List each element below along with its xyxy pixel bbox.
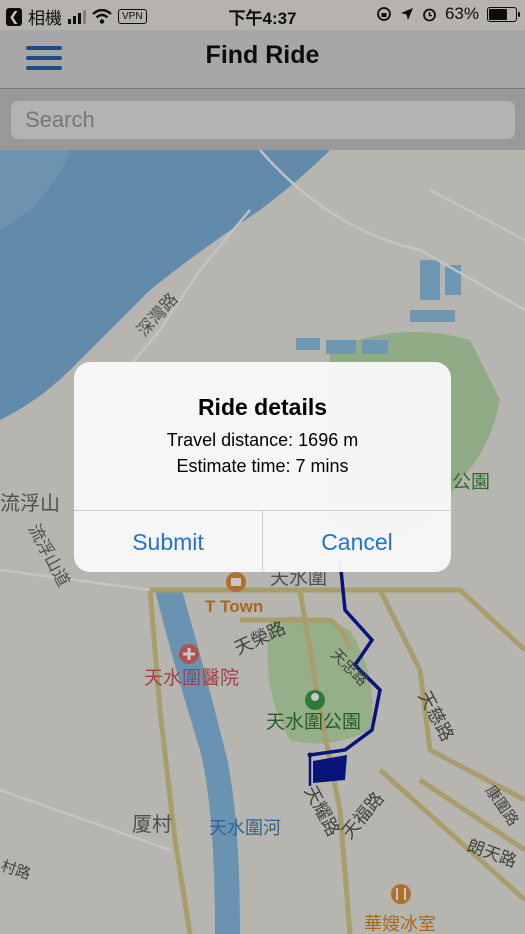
travel-distance-text: Travel distance: 1696 m	[166, 430, 359, 450]
submit-button[interactable]: Submit	[74, 511, 262, 572]
dialog-buttons: Submit Cancel	[74, 510, 451, 572]
dialog-title: Ride details	[197, 394, 328, 420]
estimate-time-text: Estimate time: 7 mins	[176, 456, 349, 476]
ride-details-dialog: Ride details Travel distance: 1696 m Est…	[74, 362, 451, 572]
cancel-button[interactable]: Cancel	[262, 511, 451, 572]
